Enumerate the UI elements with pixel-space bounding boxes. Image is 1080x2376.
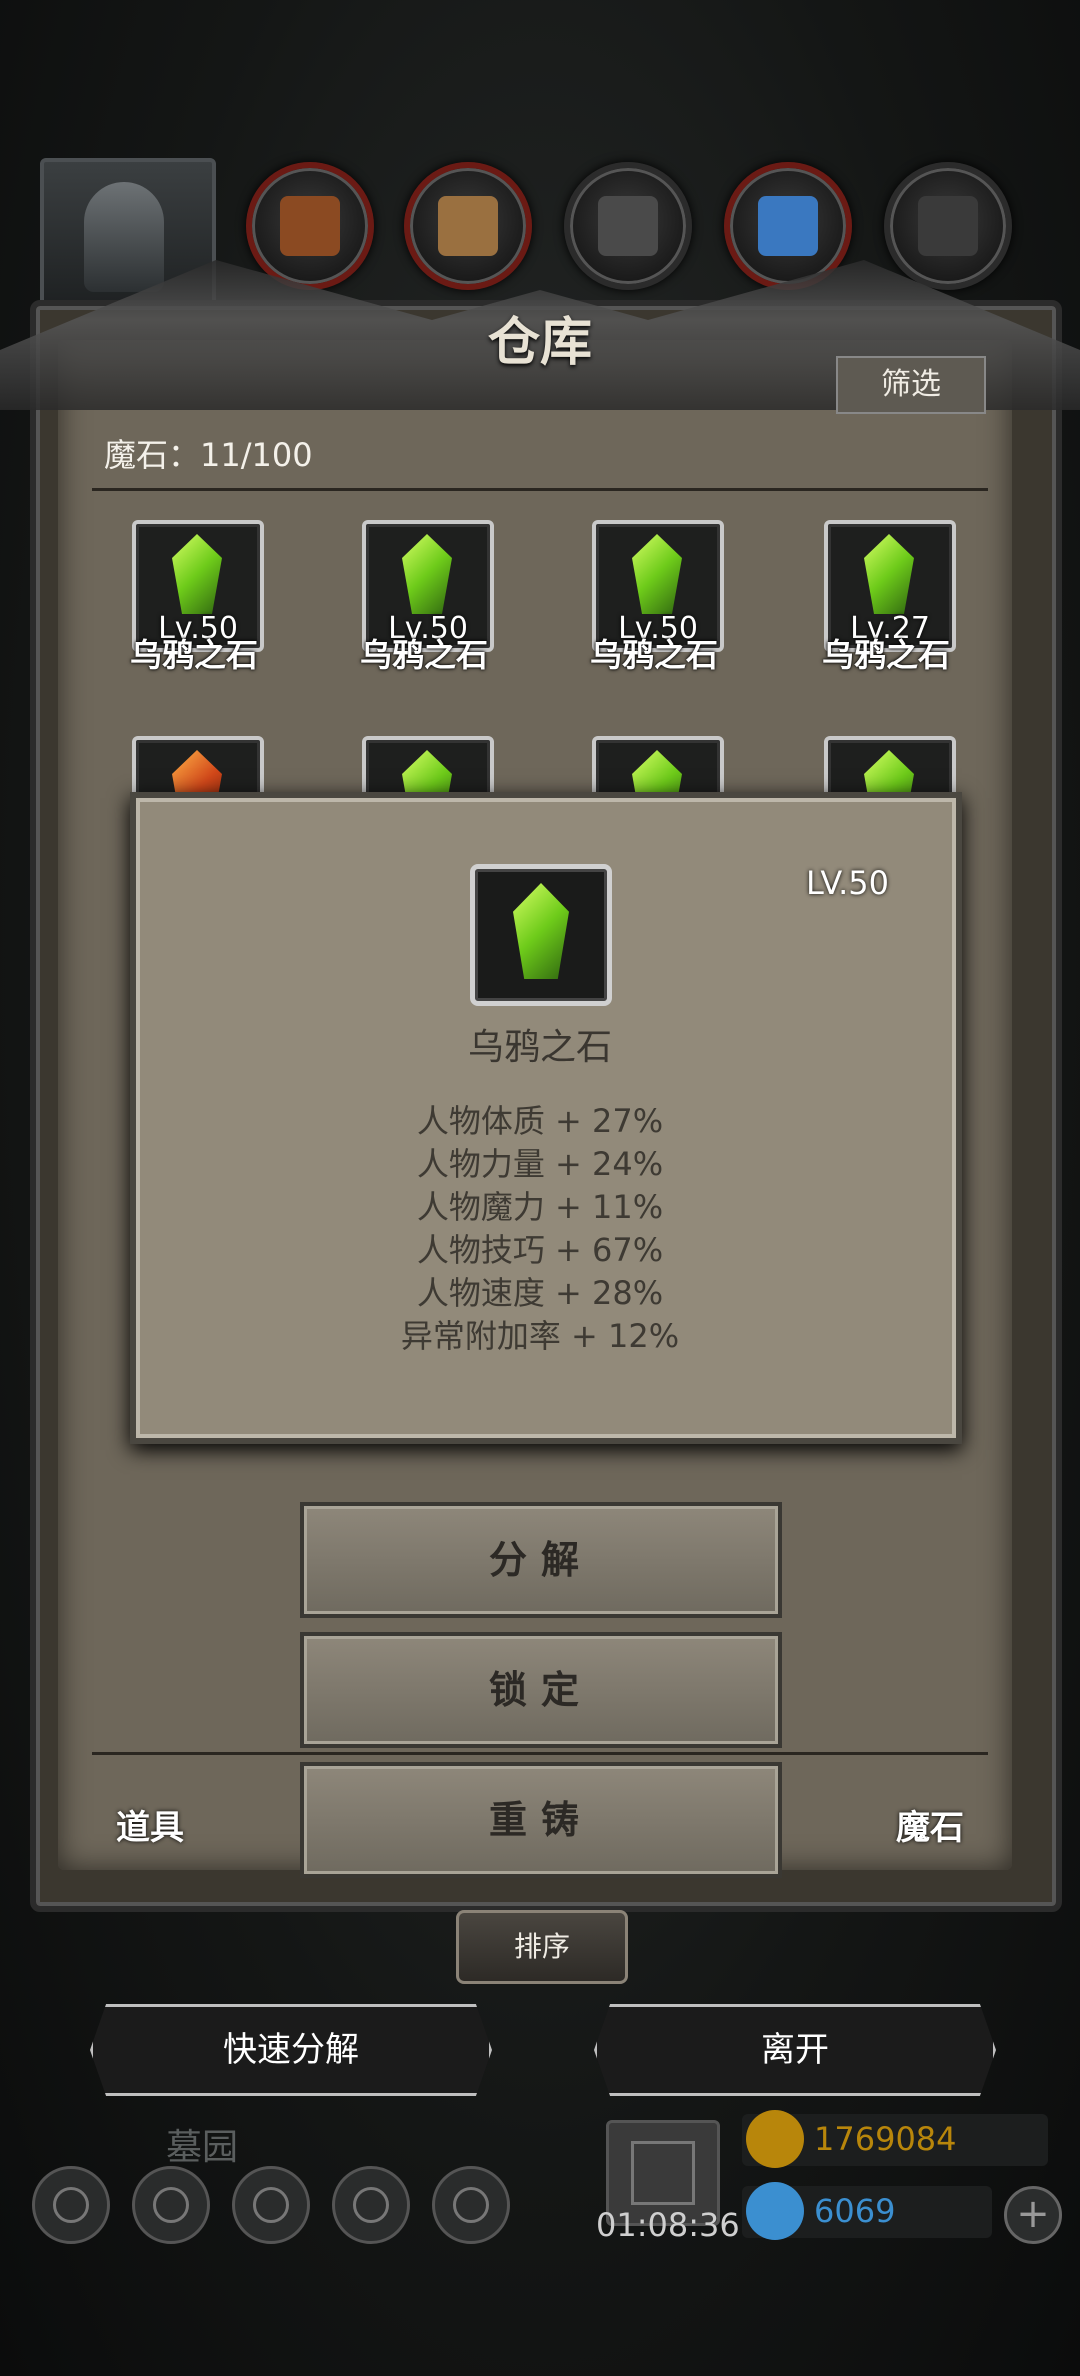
- location-label: 墓园: [166, 2127, 239, 2168]
- gem-icon: [746, 2182, 804, 2240]
- crow-stone-icon: [632, 534, 682, 614]
- quick-decompose-button[interactable]: 快速分解: [90, 2004, 492, 2096]
- stat-line: 异常附加率 + 12%: [400, 1317, 680, 1355]
- red-material-icon[interactable]: [246, 162, 374, 290]
- item-name: 乌鸦之石: [589, 636, 718, 674]
- sort-button[interactable]: 排序: [456, 1910, 628, 1984]
- settings-icon[interactable]: [32, 2166, 110, 2244]
- reforge-button[interactable]: 重铸: [300, 1762, 782, 1878]
- stat-line: 人物速度 + 28%: [416, 1274, 664, 1312]
- character-face: [84, 182, 164, 292]
- gold-display: 1769084: [742, 2110, 1048, 2168]
- iron-icon[interactable]: [564, 162, 692, 290]
- gold-coin-icon: [746, 2110, 804, 2168]
- tab-stones[interactable]: 魔石: [896, 1800, 964, 1849]
- tab-items[interactable]: 道具: [116, 1800, 184, 1849]
- star-icon[interactable]: [132, 2166, 210, 2244]
- leave-button[interactable]: 离开: [594, 2004, 996, 2096]
- stat-line: 人物魔力 + 11%: [416, 1188, 664, 1226]
- map-icon[interactable]: [232, 2166, 310, 2244]
- stat-line: 人物技巧 + 67%: [416, 1231, 664, 1269]
- item-name: 乌鸦之石: [129, 636, 258, 674]
- lock-button[interactable]: 锁定: [300, 1632, 782, 1748]
- emblem-icon[interactable]: [432, 2166, 510, 2244]
- dark-ore-icon[interactable]: [884, 162, 1012, 290]
- decompose-button[interactable]: 分解: [300, 1502, 782, 1618]
- gift-timer: 01:08:36: [596, 2206, 740, 2244]
- divider: [92, 488, 988, 491]
- gold-value: 1769084: [814, 2120, 957, 2158]
- stat-line: 人物体质 + 27%: [416, 1102, 664, 1140]
- crow-stone-icon: [864, 534, 914, 614]
- stat-line: 人物力量 + 24%: [416, 1145, 664, 1183]
- gem-value: 6069: [814, 2192, 896, 2230]
- crow-stone-icon: [513, 883, 569, 979]
- stone-count: 魔石：11/100: [104, 436, 313, 474]
- filter-button[interactable]: 筛选: [836, 356, 986, 414]
- add-gems-button[interactable]: +: [1004, 2186, 1062, 2244]
- panel-title: 仓库: [487, 312, 592, 373]
- mail-icon[interactable]: [332, 2166, 410, 2244]
- detail-level: LV.50: [806, 864, 889, 902]
- detail-item-slot: [470, 864, 612, 1006]
- item-name: 乌鸦之石: [359, 636, 488, 674]
- gem-display: 6069: [742, 2182, 992, 2240]
- detail-item-name: 乌鸦之石: [467, 1027, 612, 1068]
- item-name: 乌鸦之石: [821, 636, 950, 674]
- divider: [92, 1752, 988, 1755]
- wood-icon[interactable]: [404, 162, 532, 290]
- crow-stone-icon: [172, 534, 222, 614]
- crow-stone-icon: [402, 534, 452, 614]
